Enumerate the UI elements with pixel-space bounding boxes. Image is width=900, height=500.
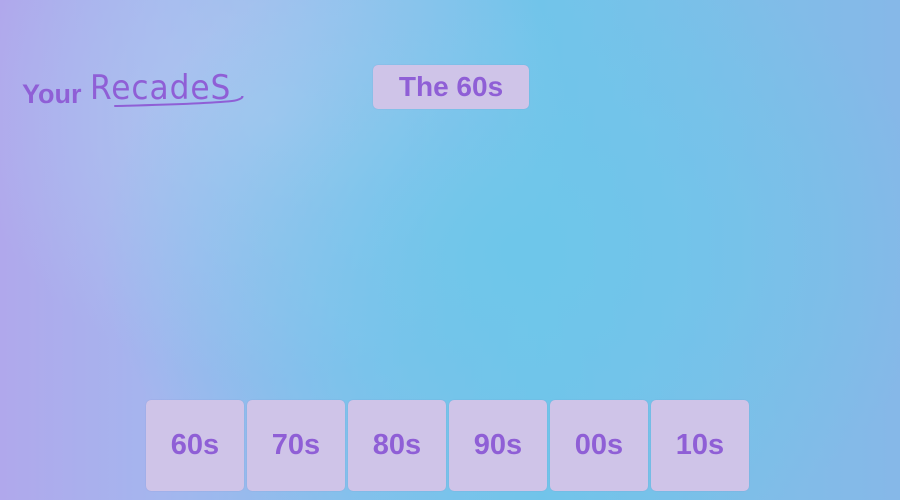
decade-button-label: 80s (372, 429, 422, 461)
decade-button-10s[interactable]: 10s (651, 400, 749, 491)
decade-button-60s[interactable]: 60s (146, 400, 244, 491)
decade-button-label: 10s (675, 429, 725, 461)
decade-selector: 60s 70s 80s 90s 00s 10s (146, 400, 749, 491)
decade-button-label: 70s (271, 429, 321, 461)
decade-button-90s[interactable]: 90s (449, 400, 547, 491)
logo-underline-swash (114, 96, 244, 107)
page-title: The 60s (398, 71, 504, 102)
decade-button-label: 60s (170, 429, 220, 461)
decade-button-80s[interactable]: 80s (348, 400, 446, 491)
decade-button-label: 00s (574, 429, 624, 461)
decade-button-70s[interactable]: 70s (247, 400, 345, 491)
decade-button-label: 90s (473, 429, 523, 461)
site-logo[interactable]: Your RecadeS (22, 60, 244, 116)
current-decade-title: The 60s (373, 65, 529, 109)
logo-prefix-text: Your (22, 78, 82, 109)
decade-button-00s[interactable]: 00s (550, 400, 648, 491)
